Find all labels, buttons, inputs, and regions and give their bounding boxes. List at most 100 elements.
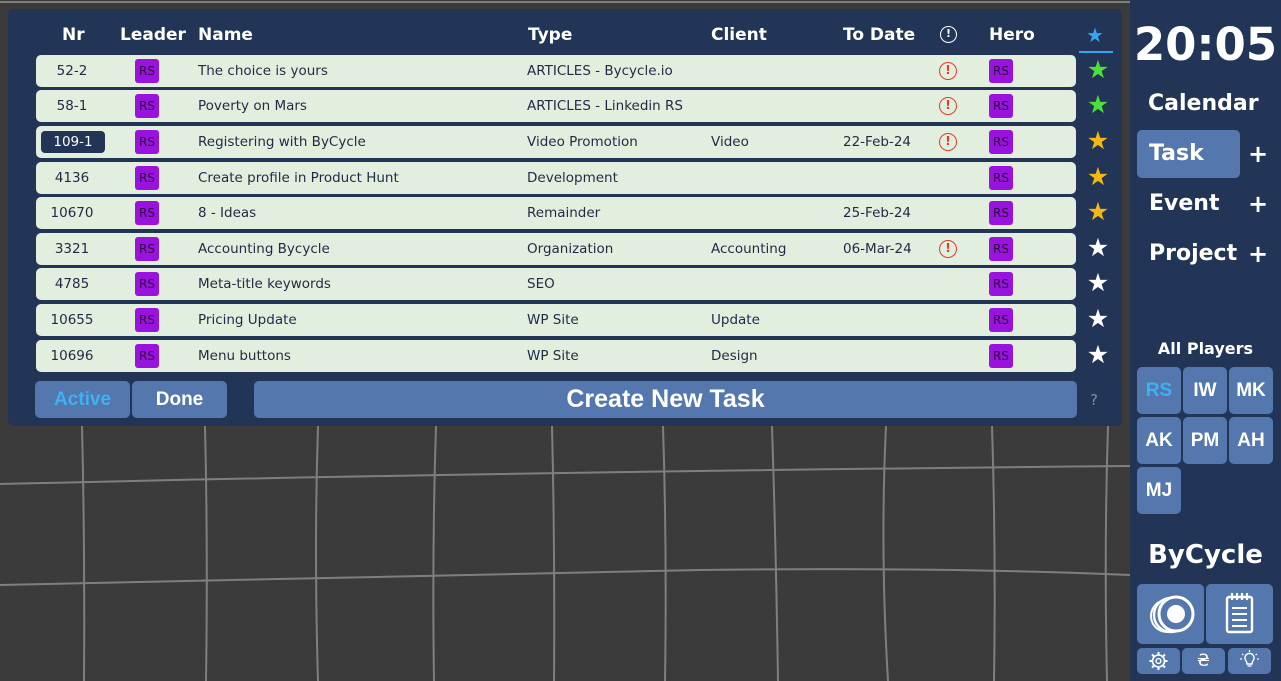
- task-name: Create profile in Product Hunt: [198, 170, 399, 186]
- task-nr: 10670: [50, 205, 94, 221]
- currency-button[interactable]: ₴: [1182, 648, 1225, 674]
- ideas-button[interactable]: [1228, 648, 1271, 674]
- header-nr[interactable]: Nr: [62, 25, 85, 45]
- add-event-plus-icon[interactable]: +: [1248, 190, 1268, 218]
- alert-icon[interactable]: !: [939, 97, 957, 115]
- header-client[interactable]: Client: [711, 25, 767, 45]
- task-nr: 4785: [54, 276, 90, 292]
- hero-badge[interactable]: RS: [989, 59, 1013, 83]
- hero-badge[interactable]: RS: [989, 237, 1013, 261]
- task-name: Menu buttons: [198, 348, 291, 364]
- player-rs[interactable]: RS: [1137, 367, 1181, 414]
- leader-badge[interactable]: RS: [135, 59, 159, 83]
- leader-badge[interactable]: RS: [135, 237, 159, 261]
- task-client: Update: [711, 312, 760, 328]
- leader-badge[interactable]: RS: [135, 201, 159, 225]
- hero-badge[interactable]: RS: [989, 344, 1013, 368]
- task-client: Design: [711, 348, 758, 364]
- alert-icon[interactable]: !: [939, 133, 957, 151]
- task-type: WP Site: [527, 312, 579, 328]
- add-task-plus-icon[interactable]: +: [1248, 140, 1268, 168]
- table-row[interactable]: 10670 RS 8 - Ideas Remainder 25-Feb-24 RS: [36, 197, 1076, 229]
- notes-button[interactable]: [1206, 584, 1273, 644]
- leader-badge[interactable]: RS: [135, 344, 159, 368]
- focus-circles-button[interactable]: [1137, 584, 1204, 644]
- star-icon[interactable]: ★: [1083, 268, 1113, 298]
- header-leader[interactable]: Leader: [120, 25, 186, 45]
- task-nr: 3321: [54, 241, 90, 257]
- task-nr: 58-1: [56, 98, 88, 114]
- star-icon[interactable]: ★: [1083, 55, 1113, 85]
- header-alert-icon[interactable]: !: [940, 26, 957, 43]
- star-icon[interactable]: ★: [1083, 304, 1113, 334]
- create-new-task-button[interactable]: Create New Task: [254, 381, 1077, 418]
- leader-badge[interactable]: RS: [135, 166, 159, 190]
- hero-badge[interactable]: RS: [989, 272, 1013, 296]
- player-ak[interactable]: AK: [1137, 417, 1181, 464]
- task-type: WP Site: [527, 348, 579, 364]
- star-icon[interactable]: ★: [1083, 162, 1113, 192]
- table-row[interactable]: 4785 RS Meta-title keywords SEO RS: [36, 268, 1076, 300]
- table-row[interactable]: 109-1 RS Registering with ByCycle Video Pro…: [36, 126, 1076, 158]
- table-row[interactable]: 52-2 RS The choice is yours ARTICLES - Bycy…: [36, 55, 1076, 87]
- table-row[interactable]: 3321 RS Accounting Bycycle Organization Acco…: [36, 233, 1076, 265]
- currency-icon: ₴: [1196, 651, 1211, 671]
- nav-project[interactable]: Project: [1149, 241, 1237, 266]
- nav-calendar[interactable]: Calendar: [1148, 91, 1259, 116]
- task-type: Organization: [527, 241, 614, 257]
- task-name: Poverty on Mars: [198, 98, 307, 114]
- header-star-icon[interactable]: ★: [1086, 23, 1104, 47]
- task-name: 8 - Ideas: [198, 205, 257, 221]
- hero-badge[interactable]: RS: [989, 130, 1013, 154]
- alert-icon[interactable]: !: [939, 62, 957, 80]
- lightbulb-icon: [1240, 650, 1259, 667]
- table-row[interactable]: 10696 RS Menu buttons WP Site Design RS: [36, 340, 1076, 372]
- nav-task[interactable]: Task: [1149, 141, 1204, 166]
- header-to-date[interactable]: To Date: [843, 25, 915, 45]
- table-header: Nr Leader Name Type Client To Date ! Her…: [8, 9, 1122, 61]
- task-nr: 52-2: [56, 63, 88, 79]
- nav-event[interactable]: Event: [1149, 191, 1219, 216]
- star-icon[interactable]: ★: [1083, 197, 1113, 227]
- help-icon[interactable]: ?: [1090, 391, 1098, 409]
- hero-badge[interactable]: RS: [989, 94, 1013, 118]
- hero-badge[interactable]: RS: [989, 166, 1013, 190]
- star-icon[interactable]: ★: [1083, 340, 1113, 370]
- table-row[interactable]: 4136 RS Create profile in Product Hunt Deve…: [36, 162, 1076, 194]
- task-type: SEO: [527, 276, 555, 292]
- table-row[interactable]: 58-1 RS Poverty on Mars ARTICLES - Linkedin…: [36, 90, 1076, 122]
- task-list-panel: Nr Leader Name Type Client To Date ! Her…: [8, 9, 1122, 426]
- hero-badge[interactable]: RS: [989, 201, 1013, 225]
- star-icon[interactable]: ★: [1083, 90, 1113, 120]
- add-project-plus-icon[interactable]: +: [1248, 240, 1268, 268]
- task-to-date: 25-Feb-24: [843, 205, 912, 221]
- table-row[interactable]: 10655 RS Pricing Update WP Site Update RS: [36, 304, 1076, 336]
- task-to-date: 06-Mar-24: [843, 241, 912, 257]
- leader-badge[interactable]: RS: [135, 130, 159, 154]
- alert-icon[interactable]: !: [939, 240, 957, 258]
- task-name: Meta-title keywords: [198, 276, 331, 292]
- gear-icon: [1149, 652, 1168, 670]
- done-filter-button[interactable]: Done: [132, 381, 227, 418]
- task-type: Video Promotion: [527, 134, 638, 150]
- star-icon[interactable]: ★: [1083, 233, 1113, 263]
- player-pm[interactable]: PM: [1183, 417, 1227, 464]
- hero-badge[interactable]: RS: [989, 308, 1013, 332]
- player-ah[interactable]: AH: [1229, 417, 1273, 464]
- player-iw[interactable]: IW: [1183, 367, 1227, 414]
- leader-badge[interactable]: RS: [135, 272, 159, 296]
- player-mk[interactable]: MK: [1229, 367, 1273, 414]
- header-type[interactable]: Type: [528, 25, 572, 45]
- leader-badge[interactable]: RS: [135, 308, 159, 332]
- header-hero[interactable]: Hero: [989, 25, 1035, 45]
- task-nr: 109-1: [41, 131, 105, 153]
- star-icon[interactable]: ★: [1083, 126, 1113, 156]
- task-nr: 10655: [50, 312, 94, 328]
- header-name[interactable]: Name: [198, 25, 253, 45]
- settings-button[interactable]: [1137, 648, 1180, 674]
- clock: 20:05: [1133, 18, 1278, 71]
- active-filter-button[interactable]: Active: [35, 381, 130, 418]
- player-mj[interactable]: MJ: [1137, 467, 1181, 514]
- notepad-icon: [1225, 593, 1254, 634]
- leader-badge[interactable]: RS: [135, 94, 159, 118]
